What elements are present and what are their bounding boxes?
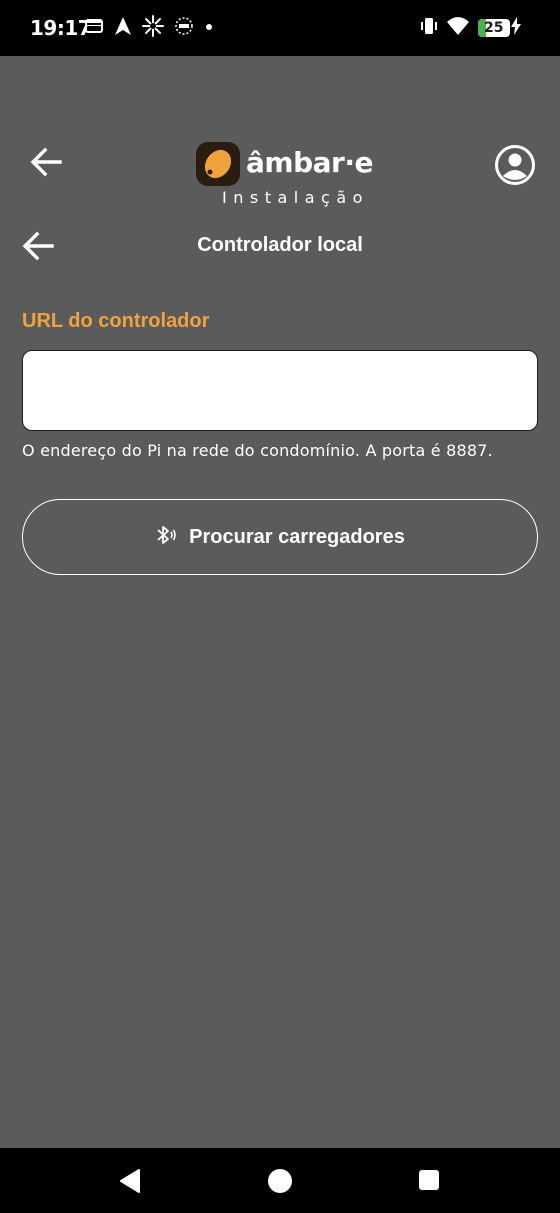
vibrate-icon (420, 16, 438, 41)
status-bar: 19:17 25 (0, 0, 560, 56)
nav-home-button[interactable] (268, 1169, 292, 1193)
nav-recents-button[interactable] (419, 1170, 439, 1190)
url-helper-text: O endereço do Pi na rede do condomínio. … (22, 441, 493, 460)
status-system-icons: 25 (420, 16, 522, 40)
wifi-icon (446, 16, 470, 41)
account-circle-icon (495, 145, 535, 185)
arrow-left-icon (30, 147, 62, 177)
account-button[interactable] (494, 144, 536, 186)
dot-icon (204, 19, 214, 37)
bluetooth-searching-icon (155, 524, 177, 551)
navigation-arrow-icon (114, 16, 132, 41)
back-button[interactable] (28, 144, 64, 180)
wallet-icon (84, 17, 104, 40)
status-time: 19:17 (30, 16, 92, 40)
brand-logo: âmbar·e Instalação (196, 142, 376, 208)
scan-button-label: Procurar carregadores (189, 525, 405, 548)
amber-drop-icon (196, 142, 240, 186)
page-title: Controlador local (197, 234, 363, 256)
pinwheel-icon (142, 14, 164, 42)
brand-subtitle: Instalação (222, 188, 369, 207)
battery-icon: 25 (478, 19, 510, 37)
system-nav-bar (0, 1148, 560, 1213)
nfc-badge-icon (174, 16, 194, 41)
url-field-label: URL do controlador (22, 310, 210, 332)
status-notification-icons (84, 14, 214, 42)
battery-level: 25 (484, 20, 504, 36)
page-header: Controlador local (0, 224, 560, 268)
battery-indicator: 25 (478, 16, 522, 40)
back-triangle-icon (120, 1169, 140, 1193)
brand-name: âmbar·e (246, 146, 373, 179)
nav-back-button[interactable] (118, 1168, 142, 1194)
app-bar: âmbar·e Instalação (0, 120, 560, 210)
charging-bolt-icon (510, 16, 522, 40)
scan-chargers-button[interactable]: Procurar carregadores (22, 499, 538, 575)
controller-url-input[interactable] (22, 350, 538, 431)
